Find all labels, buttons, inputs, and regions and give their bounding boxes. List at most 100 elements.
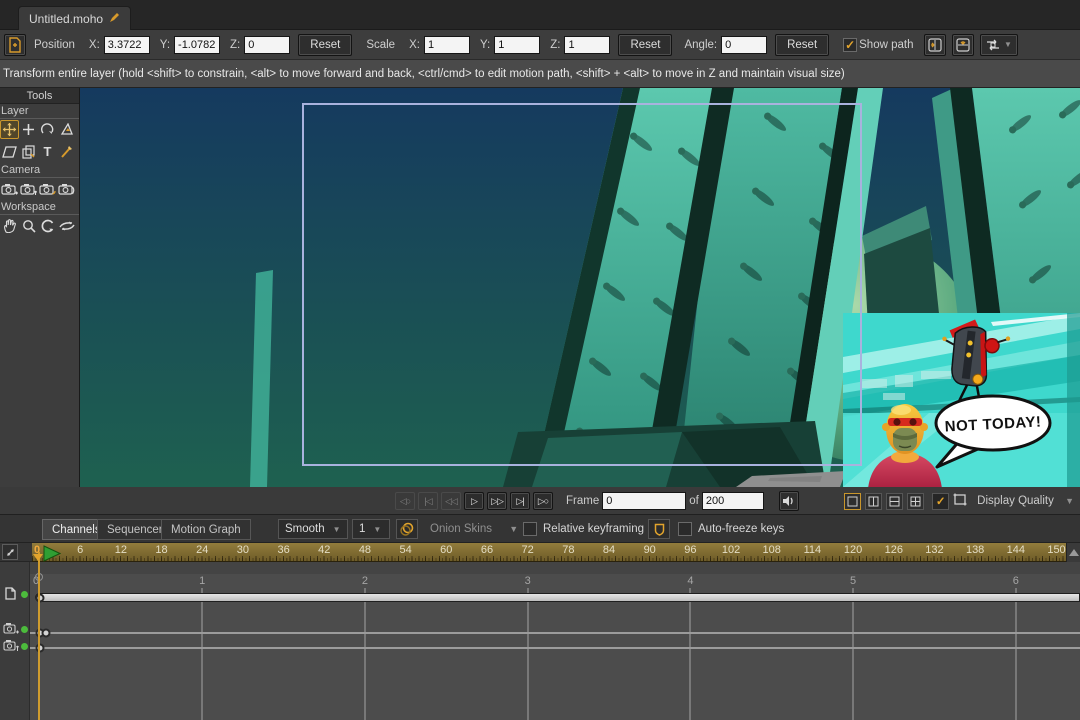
pan-workspace-tool[interactable]: [0, 216, 19, 235]
two-row-view-button[interactable]: [886, 493, 903, 510]
scale-z-label: Z:: [550, 39, 560, 51]
two-column-view-button[interactable]: [865, 493, 882, 510]
timeline-tracks-area[interactable]: 0123456: [0, 562, 1080, 720]
pan-tilt-camera-tool[interactable]: [57, 179, 76, 198]
next-keyframe-button[interactable]: ▷|: [510, 492, 530, 510]
camera-tracking-track-keyframe[interactable]: [42, 629, 51, 638]
flip-vertical-icon[interactable]: [952, 34, 974, 56]
go-to-end-button[interactable]: ▷○: [533, 492, 553, 510]
document-tab[interactable]: Untitled.moho: [18, 6, 131, 30]
tab-motion-graph[interactable]: Motion Graph: [161, 519, 251, 540]
ruler-frame-number: 42: [318, 544, 330, 556]
display-quality-dropdown[interactable]: Display Quality ▼: [977, 495, 1074, 507]
modified-pencil-icon: [109, 12, 120, 26]
current-frame-cursor[interactable]: [38, 552, 40, 720]
shear-layer-tool[interactable]: [57, 120, 76, 139]
onion-skins-dropdown[interactable]: Onion Skins ▼: [430, 523, 518, 535]
ruler-frame-number: 132: [925, 544, 943, 556]
previous-keyframe-button[interactable]: |◁: [418, 492, 438, 510]
position-y-input[interactable]: [174, 36, 220, 54]
onion-skin-icon-button[interactable]: [396, 519, 418, 539]
go-to-start-button[interactable]: ◁○: [395, 492, 415, 510]
rotate-workspace-tool[interactable]: [38, 216, 57, 235]
layer-duration-bar[interactable]: [35, 593, 1080, 602]
camera-zoom-channel-line[interactable]: [30, 647, 1080, 649]
speaker-icon[interactable]: [779, 491, 799, 511]
ruler-frame-number: 120: [844, 544, 862, 556]
step-back-button[interactable]: ◁◁: [441, 492, 461, 510]
timeline-frame-ruler[interactable]: 6121824303642485460667278849096102108114…: [32, 543, 1066, 562]
pen-eyedropper-tool[interactable]: [57, 142, 76, 161]
skew-layer-tool[interactable]: [0, 142, 19, 161]
camera-tracking-track-icon: [3, 622, 20, 640]
flip-horizontal-icon[interactable]: [924, 34, 946, 56]
position-x-label: X:: [89, 39, 100, 51]
position-reset-button[interactable]: Reset: [298, 34, 352, 56]
zoom-workspace-tool[interactable]: [19, 216, 38, 235]
ruler-frame-number: 144: [1007, 544, 1025, 556]
tools-section-camera: Camera: [0, 163, 79, 178]
interpolation-dropdown[interactable]: Smooth ▼: [278, 519, 348, 539]
seconds-label: 3: [525, 575, 531, 587]
total-frames-input[interactable]: [702, 492, 764, 510]
fast-forward-button[interactable]: ▷▷: [487, 492, 507, 510]
add-point-tool[interactable]: [19, 120, 38, 139]
keying-shield-icon-button[interactable]: [648, 519, 670, 539]
current-frame-input[interactable]: [602, 492, 686, 510]
tools-panel: Tools Layer T: [0, 88, 80, 487]
rotate-layer-tool[interactable]: [38, 120, 57, 139]
ruler-frame-number: 66: [481, 544, 493, 556]
layer-selection-outline[interactable]: [302, 103, 862, 466]
camera-tracking-channel-line[interactable]: [30, 632, 1080, 634]
orbit-workspace-tool[interactable]: [57, 216, 76, 235]
seconds-label: 6: [1013, 575, 1019, 587]
tool-options-bar: Position X: Y: Z: Reset Scale X: Y: Z: R…: [0, 30, 1080, 60]
track-camera-tool[interactable]: [0, 179, 19, 198]
relative-keyframing-label: Relative keyframing: [543, 523, 644, 535]
playhead-triangle[interactable]: [43, 545, 61, 562]
layer-document-icon[interactable]: [4, 34, 26, 56]
seconds-gridline: [689, 588, 691, 720]
timeline-scroll-arrow[interactable]: [1066, 543, 1080, 562]
seconds-gridline: [201, 588, 203, 720]
angle-input[interactable]: [721, 36, 767, 54]
tools-section-workspace: Workspace: [0, 200, 79, 215]
seconds-label: 2: [362, 575, 368, 587]
roll-camera-tool[interactable]: [38, 179, 57, 198]
text-tool[interactable]: T: [38, 142, 57, 161]
scale-reset-button[interactable]: Reset: [618, 34, 672, 56]
relative-keyframing-checkbox[interactable]: [523, 522, 537, 536]
chevron-down-icon: ▼: [1065, 496, 1074, 506]
transform-layer-tool[interactable]: [0, 120, 19, 139]
seconds-label: 5: [850, 575, 856, 587]
enable-drawing-check-button[interactable]: ✓: [932, 493, 949, 510]
ruler-frame-number: 84: [603, 544, 615, 556]
ruler-frame-number: 18: [155, 544, 167, 556]
zoom-camera-tool[interactable]: [19, 179, 38, 198]
interpolation-count-dropdown[interactable]: 1 ▼: [352, 519, 390, 539]
seconds-gridline: [527, 588, 529, 720]
seconds-label: 4: [687, 575, 693, 587]
play-button[interactable]: ▷: [464, 492, 484, 510]
quad-view-button[interactable]: [907, 493, 924, 510]
position-x-input[interactable]: [104, 36, 150, 54]
scale-z-input[interactable]: [564, 36, 610, 54]
ruler-frame-number: 126: [885, 544, 903, 556]
timeline-resize-handle[interactable]: [2, 544, 18, 560]
position-z-input[interactable]: [244, 36, 290, 54]
duplicate-layer-tool[interactable]: [19, 142, 38, 161]
main-area: Tools Layer T: [0, 88, 1080, 487]
angle-reset-button[interactable]: Reset: [775, 34, 829, 56]
seconds-gridline: [852, 588, 854, 720]
position-label: Position: [34, 39, 75, 51]
scale-x-input[interactable]: [424, 36, 470, 54]
scale-y-input[interactable]: [494, 36, 540, 54]
transform-options-dropdown[interactable]: ▼: [980, 34, 1018, 56]
crop-frame-icon[interactable]: [953, 493, 967, 509]
single-view-button[interactable]: [844, 493, 861, 510]
current-frame-marker: [33, 554, 43, 561]
show-path-checkbox[interactable]: ✓: [843, 38, 857, 52]
auto-freeze-checkbox[interactable]: [678, 522, 692, 536]
channel-active-dot: [21, 591, 28, 598]
frame-label: Frame: [566, 495, 599, 507]
